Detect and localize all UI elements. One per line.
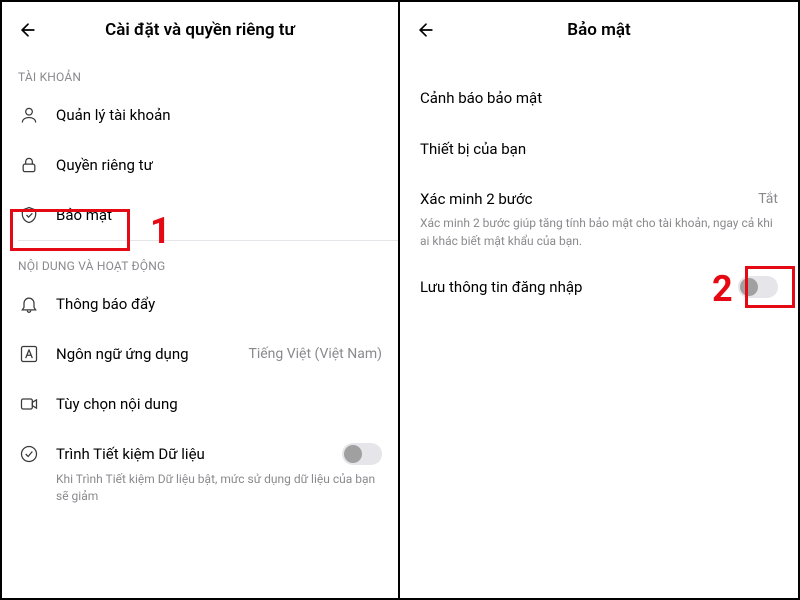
row-label: Cảnh báo bảo mật — [420, 89, 542, 107]
toggle-knob — [740, 278, 758, 296]
row-label: Quản lý tài khoản — [56, 106, 382, 124]
row-push-notifications[interactable]: Thông báo đẩy — [2, 279, 398, 329]
header-title-right: Bảo mật — [416, 20, 782, 40]
row-label: Bảo mật — [56, 206, 382, 224]
row-two-step[interactable]: Xác minh 2 bước Tắt — [400, 174, 798, 212]
language-a-icon — [18, 343, 40, 365]
language-value: Tiếng Việt (Việt Nam) — [248, 346, 382, 362]
row-manage-account[interactable]: Quản lý tài khoản — [2, 90, 398, 140]
row-content-preferences[interactable]: Tùy chọn nội dung — [2, 379, 398, 429]
header-left: Cài đặt và quyền riêng tư — [2, 2, 398, 52]
two-step-sub: Xác minh 2 bước giúp tăng tính bảo mật c… — [400, 212, 798, 260]
header-right: Bảo mật — [400, 2, 798, 52]
row-app-language[interactable]: Ngôn ngữ ứng dụng Tiếng Việt (Việt Nam) — [2, 329, 398, 379]
data-saver-sub: Khi Trình Tiết kiệm Dữ liệu bật, mức sử … — [2, 471, 398, 515]
row-save-login[interactable]: Lưu thông tin đăng nhập — [400, 260, 798, 314]
row-privacy[interactable]: Quyền riêng tư — [2, 140, 398, 190]
header-title-left: Cài đặt và quyền riêng tư — [18, 20, 382, 40]
data-saver-toggle[interactable] — [342, 443, 382, 465]
row-label: Xác minh 2 bước — [420, 190, 758, 208]
settings-screen: Cài đặt và quyền riêng tư TÀI KHOẢN Quản… — [2, 2, 400, 598]
row-label: Ngôn ngữ ứng dụng — [56, 345, 248, 363]
row-security-alert[interactable]: Cảnh báo bảo mật — [400, 72, 798, 123]
row-security[interactable]: Bảo mật — [2, 190, 398, 240]
person-icon — [18, 104, 40, 126]
security-screen: Bảo mật Cảnh báo bảo mật Thiết bị của bạ… — [400, 2, 798, 598]
bell-icon — [18, 293, 40, 315]
row-label: Quyền riêng tư — [56, 156, 382, 174]
row-label: Tùy chọn nội dung — [56, 395, 382, 413]
row-label: Thông báo đẩy — [56, 295, 382, 313]
two-step-value: Tắt — [758, 191, 778, 207]
row-label: Thiết bị của bạn — [420, 140, 526, 158]
row-your-devices[interactable]: Thiết bị của bạn — [400, 123, 798, 174]
section-content-label: NỘI DUNG VÀ HOẠT ĐỘNG — [2, 241, 398, 279]
save-login-toggle[interactable] — [738, 276, 778, 298]
shield-icon — [18, 204, 40, 226]
video-icon — [18, 393, 40, 415]
toggle-knob — [344, 445, 362, 463]
section-account-label: TÀI KHOẢN — [2, 52, 398, 90]
row-label: Trình Tiết kiệm Dữ liệu — [56, 445, 342, 463]
row-data-saver[interactable]: Trình Tiết kiệm Dữ liệu — [2, 429, 398, 471]
row-label: Lưu thông tin đăng nhập — [420, 278, 738, 296]
data-saver-icon — [18, 443, 40, 465]
lock-icon — [18, 154, 40, 176]
